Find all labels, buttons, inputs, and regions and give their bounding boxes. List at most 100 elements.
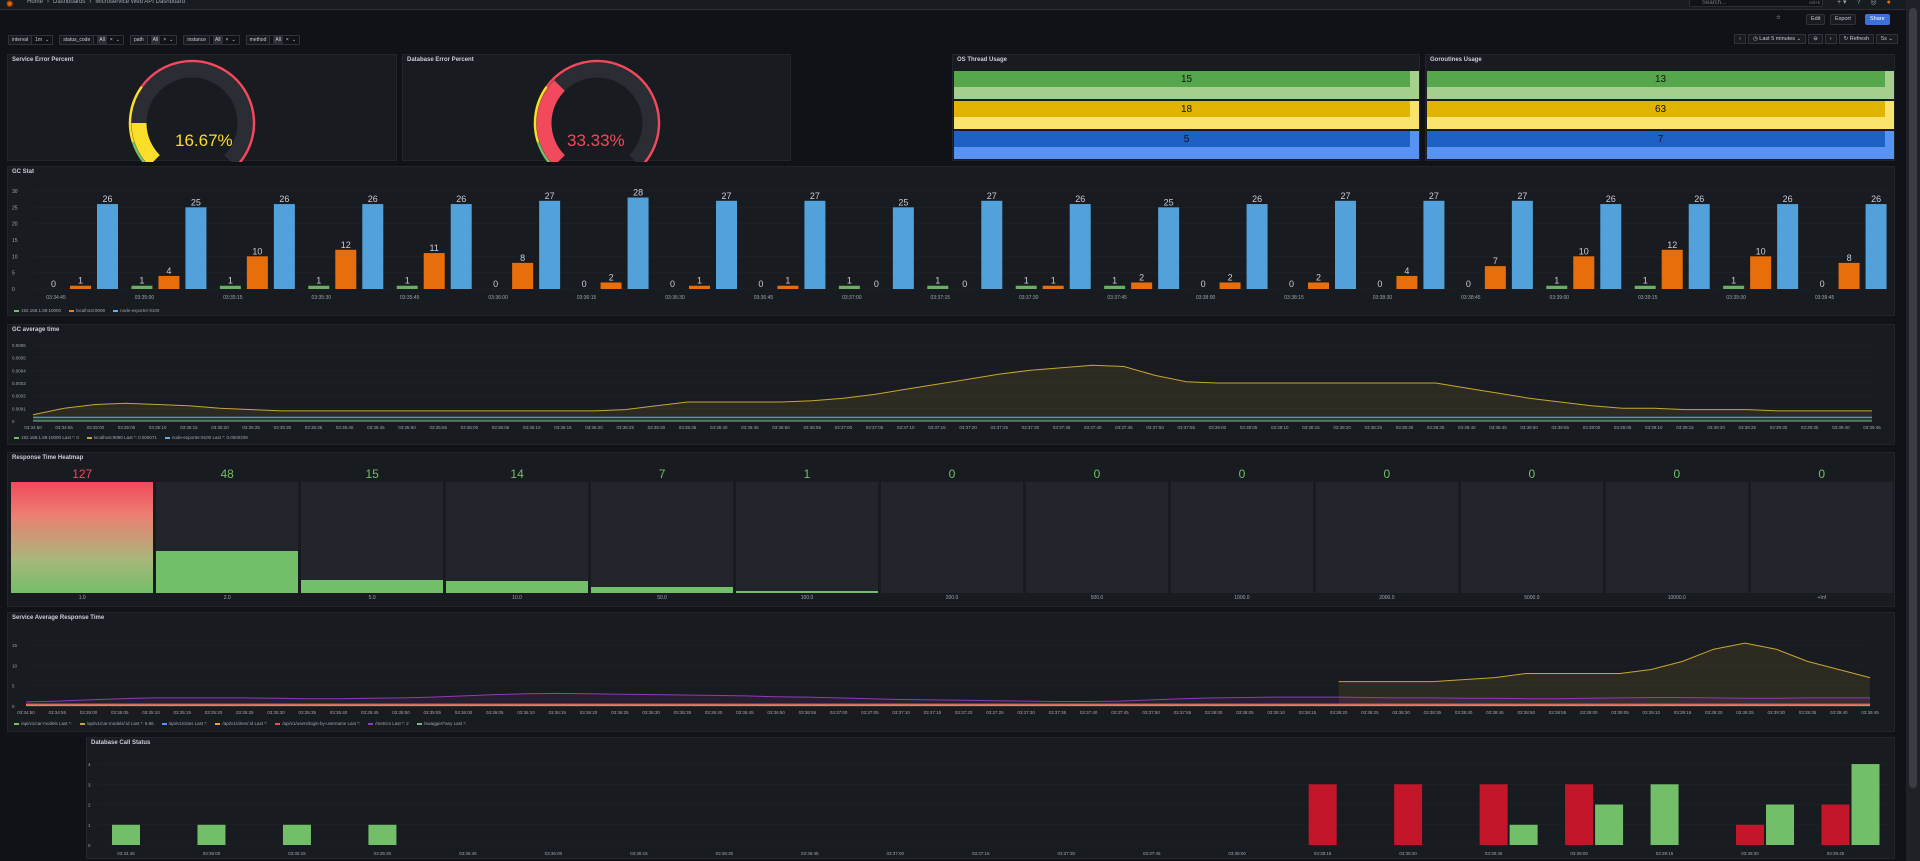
- legend-item[interactable]: /api/v1/car-models Last *:: [14, 721, 72, 726]
- x-tick-label: 03:37:45: [1111, 710, 1129, 715]
- bar-value-label: 1: [1051, 276, 1056, 286]
- bar-gauge-value: 63: [1654, 103, 1667, 115]
- y-tick-label: 0.0001: [12, 406, 26, 411]
- legend-item[interactable]: node-exporter:9100 Last *: 0.0000339: [164, 435, 248, 440]
- bar-value-label: 1: [935, 276, 940, 286]
- legend-label: /swagger/*any: [423, 721, 453, 726]
- gc-bar: [838, 285, 860, 289]
- gc-bar: [1777, 204, 1799, 289]
- panel-os-thread-usage[interactable]: OS Thread Usage 15 18 5: [952, 54, 1420, 161]
- panel-database-call-status[interactable]: Database Call Status 0 1 2 3 4 03:34:45 03:35:…: [86, 737, 1895, 859]
- bar-gauge-row: 15: [954, 71, 1419, 99]
- legend-swatch: [79, 722, 85, 725]
- time-forward-icon[interactable]: ›: [1824, 34, 1837, 44]
- variable-method[interactable]: method All × ⌄: [245, 35, 301, 45]
- legend-item[interactable]: 192.168.1.89:10000: [14, 308, 61, 313]
- panel-gc-stat[interactable]: GC Stat 0 5 10 15 20 25 30 0 1 26 03:34:45 1 4 25 03:3…: [7, 166, 1895, 316]
- heatmap-cell[interactable]: [1605, 482, 1749, 593]
- bar-gauge-fill: [1427, 131, 1885, 147]
- heatmap-cell[interactable]: [1315, 482, 1459, 593]
- edit-button[interactable]: Edit: [1806, 14, 1826, 25]
- heatmap-cell[interactable]: [1750, 482, 1893, 593]
- heatmap-cell[interactable]: [155, 482, 299, 593]
- heatmap-cell[interactable]: [1170, 482, 1314, 593]
- bar-value-label: 0: [1466, 279, 1471, 289]
- panel-response-time-heatmap[interactable]: Response Time Heatmap 127 1.0 48 2.0 15 5.0 14…: [7, 452, 1895, 607]
- variable-instance[interactable]: instance All × ⌄: [183, 35, 240, 45]
- page-scrollbar[interactable]: [1906, 0, 1920, 861]
- db-call-bar: [1851, 764, 1880, 845]
- legend-item[interactable]: /api/v1/cities Last *:: [161, 721, 207, 726]
- close-icon[interactable]: ×: [163, 36, 166, 44]
- gc-bar: [1573, 256, 1595, 289]
- panel-gc-average-time[interactable]: GC average time 0.0006 0.0005 0.0004 0.0003…: [7, 324, 1895, 445]
- bar-value-label: 27: [1340, 191, 1350, 201]
- bar-value-label: 26: [1606, 194, 1616, 204]
- x-tick-label: 03:37:50: [1146, 425, 1164, 430]
- legend-item[interactable]: localhost:9090: [69, 308, 105, 313]
- variable-status-code[interactable]: status_code All × ⌄: [59, 35, 124, 45]
- gc-bar: [1219, 282, 1241, 289]
- legend-item[interactable]: /api/v1/users/login-by-username Last *:: [275, 721, 360, 726]
- heatmap-cell[interactable]: [1460, 482, 1604, 593]
- news-icon[interactable]: ◎: [1870, 0, 1876, 6]
- panel-service-error-percent[interactable]: Service Error Percent 16.67%: [7, 54, 397, 162]
- help-icon[interactable]: ?: [1857, 0, 1861, 6]
- legend-item[interactable]: node-exporter:9100: [113, 308, 159, 313]
- zoom-out-icon[interactable]: ⊖: [1808, 34, 1823, 44]
- variable-path[interactable]: path All × ⌄: [129, 35, 178, 45]
- variable-interval[interactable]: interval 1m ⌄: [8, 35, 54, 45]
- legend-item[interactable]: /metrics Last *: 2: [368, 721, 409, 726]
- close-icon[interactable]: ×: [286, 36, 289, 44]
- search-input[interactable]: Search... ctrl+k: [1689, 0, 1823, 7]
- refresh-interval-select[interactable]: 5s ⌄: [1876, 34, 1898, 44]
- heatmap-cell[interactable]: [1025, 482, 1169, 593]
- grafana-logo-icon[interactable]: ✺: [6, 0, 16, 10]
- x-tick-label: 03:34:45: [46, 295, 66, 301]
- heatmap-cell[interactable]: [300, 482, 444, 593]
- share-button[interactable]: Share: [1865, 14, 1890, 25]
- gc-bar: [1308, 282, 1329, 289]
- heatmap-cell[interactable]: [880, 482, 1024, 593]
- star-icon[interactable]: ☆: [1772, 14, 1785, 25]
- heatmap-cell[interactable]: [445, 482, 589, 593]
- breadcrumb-home[interactable]: Home: [27, 0, 43, 5]
- gc-bar: [716, 200, 737, 289]
- plus-icon[interactable]: + ▾: [1837, 0, 1847, 6]
- heatmap-cell[interactable]: [735, 482, 879, 593]
- close-icon[interactable]: ×: [226, 36, 229, 44]
- x-tick-label: 03:35:40: [336, 425, 354, 430]
- time-picker[interactable]: ◷ Last 5 minutes ⌄: [1747, 34, 1807, 44]
- x-tick-label: 03:39:15: [1676, 425, 1694, 430]
- chevron-down-icon: ⌄: [115, 37, 120, 43]
- refresh-button[interactable]: ↻ Refresh: [1838, 34, 1875, 44]
- legend-item[interactable]: /api/v1/cities/:id Last *:: [215, 721, 267, 726]
- legend-item[interactable]: /swagger/*any Last *:: [416, 721, 466, 726]
- time-back-icon[interactable]: ‹: [1734, 34, 1746, 44]
- bar-value-label: 27: [810, 191, 820, 201]
- legend-swatch: [275, 722, 281, 725]
- panel-service-average-response-time[interactable]: Service Average Response Time 15 10 5 0 03:3…: [7, 612, 1895, 732]
- panel-database-error-percent[interactable]: Database Error Percent 33.33%: [402, 54, 791, 162]
- heatmap-cell[interactable]: [590, 482, 734, 593]
- y-tick-label: 0.0004: [12, 368, 26, 373]
- legend-item[interactable]: /api/v1/car-models/:id Last *: 6.86: [79, 721, 154, 726]
- scrollbar-thumb[interactable]: [1909, 8, 1917, 788]
- x-tick-label: 03:37:45: [1115, 425, 1133, 430]
- legend-item[interactable]: 192.168.1.89:10000 Last *: 0: [14, 435, 79, 440]
- avatar[interactable]: ●: [1887, 0, 1891, 6]
- panel-goroutines-usage[interactable]: Goroutines Usage 13 63 7: [1425, 54, 1895, 161]
- breadcrumb-dashboards[interactable]: Dashboards: [53, 0, 85, 5]
- bar-gauge-row: 5: [954, 131, 1419, 159]
- x-tick-label: 03:38:10: [1267, 710, 1285, 715]
- gc-bar: [539, 200, 561, 289]
- gc-bar: [273, 204, 295, 289]
- x-tick-label: 03:38:50: [1517, 710, 1535, 715]
- x-tick-label: 03:38:00: [1205, 710, 1223, 715]
- export-button[interactable]: Export: [1830, 14, 1856, 25]
- legend-last-value: Last *: 0.0000339: [212, 435, 248, 440]
- close-icon[interactable]: ×: [110, 36, 113, 44]
- legend-item[interactable]: localhost:9090 Last *: 0.000071: [86, 435, 157, 440]
- breadcrumb-separator-icon: ›: [89, 0, 92, 5]
- heatmap-cell[interactable]: [11, 482, 154, 593]
